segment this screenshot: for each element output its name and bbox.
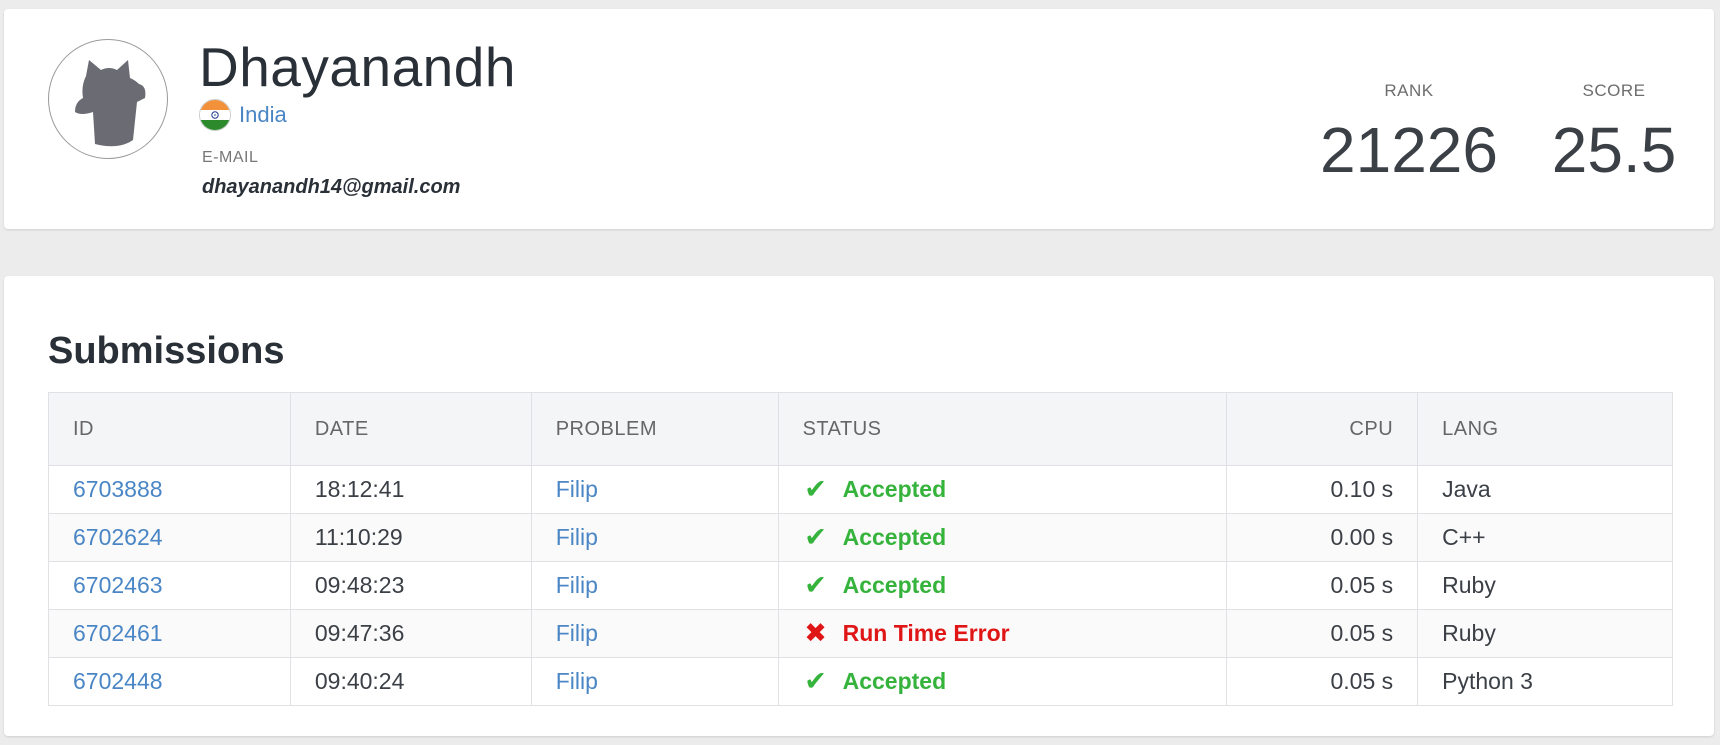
- submission-id-link[interactable]: 6702463: [73, 572, 163, 598]
- status-text: Accepted: [842, 476, 947, 502]
- problem-link[interactable]: Filip: [556, 476, 598, 502]
- id-cell: 6702624: [48, 513, 291, 562]
- column-header-cpu: CPU: [1226, 392, 1419, 466]
- id-cell: 6702448: [48, 657, 291, 706]
- date-cell: 09:40:24: [290, 657, 532, 706]
- date-cell: 18:12:41: [290, 465, 532, 514]
- submission-id-link[interactable]: 6702461: [73, 620, 163, 646]
- profile-card: Dhayanandh India E-MAIL dhayanandh14@gma…: [4, 9, 1714, 229]
- status-text: Accepted: [842, 668, 947, 694]
- submissions-table: ID DATE PROBLEM STATUS CPU LANG 6703888 …: [48, 392, 1673, 706]
- table-header-row: ID DATE PROBLEM STATUS CPU LANG: [48, 392, 1673, 466]
- lang-cell: Java: [1417, 465, 1673, 514]
- country-link[interactable]: India: [239, 102, 287, 128]
- status-cell: ✔ Accepted: [778, 513, 1228, 562]
- problem-cell: Filip: [531, 513, 779, 562]
- table-row: 6702624 11:10:29 Filip ✔ Accepted 0.00 s …: [48, 513, 1673, 562]
- cpu-cell: 0.10 s: [1226, 465, 1419, 514]
- email-label: E-MAIL: [202, 149, 259, 166]
- problem-cell: Filip: [531, 657, 779, 706]
- problem-cell: Filip: [531, 609, 779, 658]
- problem-cell: Filip: [531, 465, 779, 514]
- problem-cell: Filip: [531, 561, 779, 610]
- status-cell: ✔ Accepted: [778, 465, 1228, 514]
- problem-link[interactable]: Filip: [556, 620, 598, 646]
- date-cell: 11:10:29: [290, 513, 532, 562]
- india-flag-icon: [199, 99, 231, 131]
- rank-stat: RANK 21226: [1304, 81, 1514, 187]
- status-text: Accepted: [842, 572, 947, 598]
- country: India: [199, 99, 287, 131]
- table-row: 6702463 09:48:23 Filip ✔ Accepted 0.05 s …: [48, 561, 1673, 610]
- check-icon: ✔: [804, 570, 827, 600]
- cpu-cell: 0.05 s: [1226, 657, 1419, 706]
- avatar[interactable]: [48, 39, 168, 159]
- check-icon: ✔: [804, 474, 827, 504]
- lang-cell: Python 3: [1417, 657, 1673, 706]
- lang-cell: Ruby: [1417, 561, 1673, 610]
- status-cell: ✔ Accepted: [778, 561, 1228, 610]
- column-header-lang: LANG: [1417, 392, 1673, 466]
- score-stat: SCORE 25.5: [1524, 81, 1704, 187]
- column-header-problem: PROBLEM: [531, 392, 779, 466]
- id-cell: 6702461: [48, 609, 291, 658]
- cpu-cell: 0.05 s: [1226, 609, 1419, 658]
- submission-id-link[interactable]: 6703888: [73, 476, 163, 502]
- table-row: 6702448 09:40:24 Filip ✔ Accepted 0.05 s …: [48, 657, 1673, 706]
- problem-link[interactable]: Filip: [556, 524, 598, 550]
- column-header-id: ID: [48, 392, 291, 466]
- submissions-title: Submissions: [48, 330, 285, 372]
- rank-label: RANK: [1384, 81, 1434, 100]
- email-value: dhayanandh14@gmail.com: [202, 176, 461, 198]
- problem-link[interactable]: Filip: [556, 572, 598, 598]
- status-text: Run Time Error: [842, 620, 1010, 646]
- score-label: SCORE: [1582, 81, 1646, 100]
- problem-link[interactable]: Filip: [556, 668, 598, 694]
- score-value: 25.5: [1551, 114, 1677, 186]
- submissions-card: Submissions ID DATE PROBLEM STATUS CPU L…: [4, 276, 1714, 736]
- id-cell: 6702463: [48, 561, 291, 610]
- submission-id-link[interactable]: 6702448: [73, 668, 163, 694]
- check-icon: ✔: [804, 666, 827, 696]
- cat-silhouette-icon: [75, 60, 146, 147]
- status-cell: ✖ Run Time Error: [778, 609, 1228, 658]
- check-icon: ✔: [804, 522, 827, 552]
- column-header-status: STATUS: [778, 392, 1228, 466]
- cross-icon: ✖: [804, 618, 827, 648]
- lang-cell: Ruby: [1417, 609, 1673, 658]
- cpu-cell: 0.05 s: [1226, 561, 1419, 610]
- table-row: 6703888 18:12:41 Filip ✔ Accepted 0.10 s …: [48, 465, 1673, 514]
- table-row: 6702461 09:47:36 Filip ✖ Run Time Error 0…: [48, 609, 1673, 658]
- column-header-date: DATE: [290, 392, 532, 466]
- id-cell: 6703888: [48, 465, 291, 514]
- cpu-cell: 0.00 s: [1226, 513, 1419, 562]
- profile-name: Dhayanandh: [199, 36, 516, 98]
- lang-cell: C++: [1417, 513, 1673, 562]
- status-cell: ✔ Accepted: [778, 657, 1228, 706]
- date-cell: 09:48:23: [290, 561, 532, 610]
- submission-id-link[interactable]: 6702624: [73, 524, 163, 550]
- status-text: Accepted: [842, 524, 947, 550]
- rank-value: 21226: [1320, 114, 1498, 186]
- date-cell: 09:47:36: [290, 609, 532, 658]
